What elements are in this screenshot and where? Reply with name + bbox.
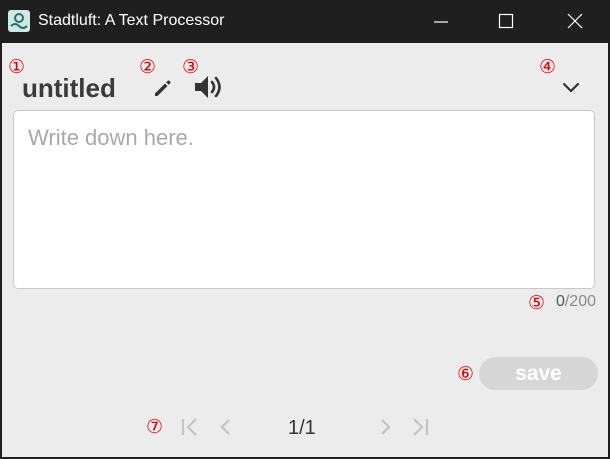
speaker-icon — [195, 76, 221, 98]
page-indicator: 1/1 — [288, 417, 316, 439]
close-icon — [567, 13, 583, 29]
edit-title-button[interactable] — [151, 76, 175, 100]
maximize-icon — [498, 13, 514, 29]
minimize-icon — [434, 21, 448, 23]
save-button[interactable]: save — [479, 357, 598, 390]
annotation-marker-5: ⑤ — [528, 292, 546, 314]
prev-page-icon — [220, 419, 230, 435]
character-limit: /200 — [564, 293, 596, 310]
read-aloud-button[interactable] — [192, 72, 226, 102]
chevron-down-icon — [562, 82, 580, 93]
close-button[interactable] — [552, 0, 598, 43]
document-title: untitled — [22, 73, 116, 103]
first-page-icon — [181, 418, 197, 436]
options-menu-button[interactable] — [560, 76, 582, 98]
next-page-icon — [381, 419, 391, 435]
previous-page-button[interactable] — [214, 415, 238, 439]
annotation-marker-2: ② — [139, 56, 157, 78]
annotation-marker-6: ⑥ — [457, 363, 475, 385]
text-input[interactable] — [13, 110, 595, 289]
app-window: Stadtluft: A Text Processor ① ② ③ ④ ⑤ ⑥ … — [0, 0, 610, 459]
first-page-button[interactable] — [178, 415, 202, 439]
title-bar[interactable]: Stadtluft: A Text Processor — [0, 0, 610, 43]
minimize-button[interactable] — [418, 0, 464, 43]
main-panel: ① ② ③ ④ ⑤ ⑥ ⑦ untitled Write down here. … — [2, 43, 608, 457]
pencil-icon — [155, 80, 171, 96]
character-count: 0 — [555, 293, 565, 310]
annotation-marker-7: ⑦ — [146, 416, 164, 438]
annotation-marker-4: ④ — [539, 56, 557, 78]
last-page-icon — [413, 418, 429, 436]
character-counter: 0/200 — [556, 293, 596, 311]
window-title: Stadtluft: A Text Processor — [38, 12, 225, 29]
app-logo-icon — [8, 10, 30, 32]
next-page-button[interactable] — [373, 415, 397, 439]
maximize-button[interactable] — [483, 0, 529, 43]
last-page-button[interactable] — [408, 415, 432, 439]
